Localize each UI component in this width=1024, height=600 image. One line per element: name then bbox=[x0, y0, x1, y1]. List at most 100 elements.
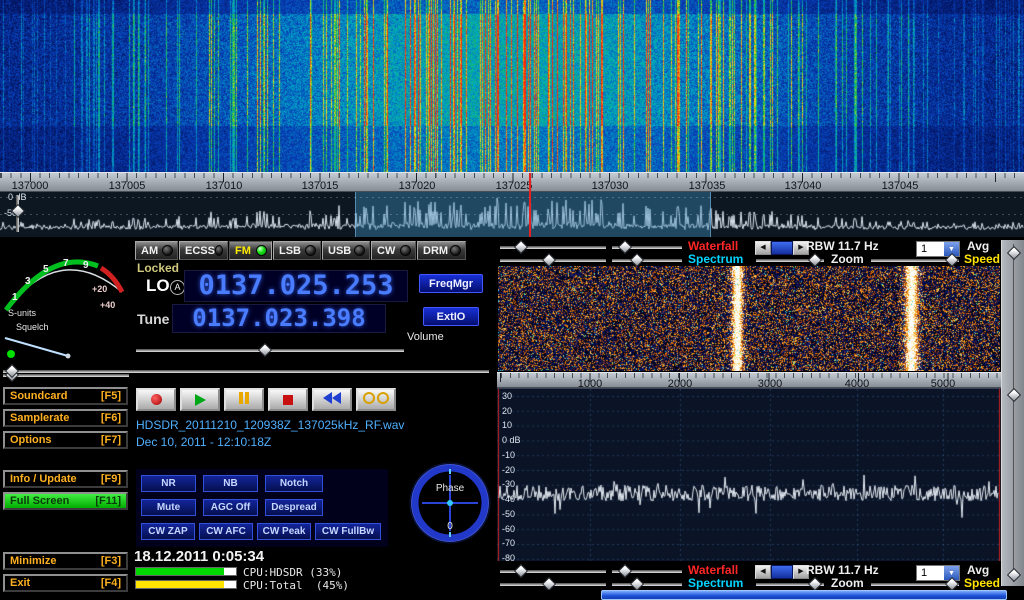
rx-top-slider-4[interactable] bbox=[612, 259, 682, 262]
slider-handle[interactable] bbox=[514, 240, 528, 254]
lo-lock-badge[interactable]: A bbox=[170, 280, 185, 295]
volume-slider[interactable] bbox=[136, 349, 404, 352]
samplerate-button[interactable]: Samplerate[F6] bbox=[3, 409, 128, 427]
soundcard-button[interactable]: Soundcard[F5] bbox=[3, 387, 128, 405]
cpu-hdsdr-text: CPU:HDSDR (33%) bbox=[243, 566, 342, 579]
rx-top-speed-slider[interactable] bbox=[871, 259, 959, 262]
rx-top-slider-3[interactable] bbox=[500, 259, 606, 262]
extio-button[interactable]: ExtIO bbox=[423, 307, 479, 326]
db-label: -20 bbox=[502, 465, 515, 475]
rx-top-zoom-label: Zoom bbox=[831, 253, 864, 266]
scrollbar-track bbox=[1013, 244, 1014, 582]
agc-button[interactable]: AGC Off bbox=[203, 499, 258, 516]
mode-label: DRM bbox=[423, 245, 448, 257]
rx-waterfall[interactable] bbox=[498, 266, 1000, 371]
mode-led-icon bbox=[450, 245, 461, 256]
mode-button-lsb[interactable]: LSB bbox=[273, 241, 321, 260]
stop-icon bbox=[283, 395, 293, 405]
mode-button-am[interactable]: AM bbox=[135, 241, 178, 260]
mode-button-cw[interactable]: CW bbox=[371, 241, 416, 260]
ruler-label: 137030 bbox=[582, 180, 638, 192]
notch-button[interactable]: Notch bbox=[265, 475, 323, 492]
rx-bottom-speed-slider[interactable] bbox=[871, 583, 959, 586]
rx-top-spectrum-tab[interactable]: Spectrum bbox=[688, 253, 743, 266]
rx-bottom-slider-4[interactable] bbox=[612, 583, 682, 586]
phase-scope[interactable]: Phase 0 bbox=[406, 459, 494, 547]
rx-bottom-slider-3[interactable] bbox=[500, 583, 606, 586]
cpu-hdsdr-fill bbox=[136, 568, 224, 575]
cpu-total-fill bbox=[136, 581, 224, 588]
slider-handle[interactable] bbox=[808, 253, 822, 267]
slider-handle[interactable] bbox=[630, 577, 644, 591]
slider-handle[interactable] bbox=[542, 253, 556, 267]
play-button[interactable] bbox=[180, 388, 220, 411]
rx-bottom-zoom-spinner[interactable]: ◀ ▶ bbox=[755, 565, 809, 579]
rx-hscrollbar-thumb[interactable] bbox=[601, 590, 1007, 600]
options-button[interactable]: Options[F7] bbox=[3, 431, 128, 449]
rx-spectrum-canvas[interactable] bbox=[497, 389, 1001, 561]
mode-button-fm[interactable]: FM bbox=[229, 241, 272, 260]
pause-button[interactable] bbox=[224, 388, 264, 411]
tuning-bar-slider[interactable] bbox=[3, 370, 489, 373]
main-spectrum[interactable]: 0 dB -50 bbox=[0, 192, 1024, 237]
spin-value-bar[interactable] bbox=[771, 241, 793, 255]
cw-afc-button[interactable]: CW AFC bbox=[199, 523, 253, 540]
cw-zap-button[interactable]: CW ZAP bbox=[141, 523, 195, 540]
rx-bottom-zoom-slider[interactable] bbox=[756, 583, 824, 586]
side-slider-handle[interactable] bbox=[1007, 388, 1021, 402]
side-slider-handle[interactable] bbox=[1007, 568, 1021, 582]
db-label: -80 bbox=[502, 553, 515, 563]
fullscreen-button[interactable]: Full Screen[F11] bbox=[3, 492, 128, 510]
mute-button[interactable]: Mute bbox=[141, 499, 196, 516]
exit-button[interactable]: Exit[F4] bbox=[3, 574, 128, 592]
rx-bottom-spectrum-tab[interactable]: Spectrum bbox=[688, 577, 743, 590]
spin-value-bar[interactable] bbox=[771, 565, 793, 579]
nb-button[interactable]: NB bbox=[203, 475, 258, 492]
minimize-button[interactable]: Minimize[F3] bbox=[3, 552, 128, 570]
stop-button[interactable] bbox=[268, 388, 308, 411]
slider-handle[interactable] bbox=[630, 253, 644, 267]
main-waterfall[interactable] bbox=[0, 0, 1024, 172]
rx-side-scrollbar[interactable] bbox=[1001, 240, 1024, 586]
s-meter-tick: 3 bbox=[25, 276, 31, 287]
tune-frequency-display[interactable]: 0137.023.398 bbox=[172, 304, 386, 333]
mode-label: FM bbox=[235, 245, 251, 257]
volume-slider-handle[interactable] bbox=[258, 343, 272, 357]
rx-bottom-slider-1[interactable] bbox=[500, 570, 606, 573]
rx-top-zoom-slider[interactable] bbox=[756, 259, 824, 262]
tune-marker[interactable] bbox=[529, 173, 531, 193]
main-frequency-ruler[interactable]: 137000 137005 137010 137015 137020 13702… bbox=[0, 172, 1024, 192]
freqmgr-button[interactable]: FreqMgr bbox=[419, 274, 483, 293]
slider-handle[interactable] bbox=[618, 240, 632, 254]
slider-handle[interactable] bbox=[808, 577, 822, 591]
cw-fullbw-button[interactable]: CW FullBw bbox=[315, 523, 381, 540]
rx-top-slider-2[interactable] bbox=[612, 246, 682, 249]
s-meter: 1 3 5 7 9 +20 +40 S-units Squelch bbox=[2, 240, 128, 372]
mode-button-ecss[interactable]: ECSS bbox=[179, 241, 228, 260]
mode-button-usb[interactable]: USB bbox=[322, 241, 370, 260]
mode-button-drm[interactable]: DRM bbox=[417, 241, 466, 260]
rx-frequency-ruler[interactable]: 1000 2000 3000 4000 5000 bbox=[497, 372, 1001, 388]
loop-button[interactable] bbox=[356, 388, 396, 411]
slider-handle[interactable] bbox=[618, 564, 632, 578]
nr-button[interactable]: NR bbox=[141, 475, 196, 492]
rx-spectrum[interactable]: 30 20 10 0 dB -10 -20 -30 -40 -50 -60 -7… bbox=[497, 388, 1001, 560]
rx-top-zoom-spinner[interactable]: ◀ ▶ bbox=[755, 241, 809, 255]
lo-frequency-display[interactable]: 0137.025.253 bbox=[184, 270, 408, 302]
spin-left-icon[interactable]: ◀ bbox=[755, 241, 771, 255]
rewind-button[interactable] bbox=[312, 388, 352, 411]
rx-hscrollbar[interactable] bbox=[497, 590, 1024, 600]
info-update-button[interactable]: Info / Update[F9] bbox=[3, 470, 128, 488]
ruler-label: 137035 bbox=[679, 180, 735, 192]
slider-handle[interactable] bbox=[514, 564, 528, 578]
spin-left-icon[interactable]: ◀ bbox=[755, 565, 771, 579]
squelch-slider[interactable] bbox=[3, 374, 129, 377]
rx-bottom-slider-2[interactable] bbox=[612, 570, 682, 573]
slider-handle[interactable] bbox=[542, 577, 556, 591]
despread-button[interactable]: Despread bbox=[265, 499, 323, 516]
tune-label: Tune bbox=[137, 311, 169, 327]
side-slider-handle[interactable] bbox=[1007, 246, 1021, 260]
record-button[interactable] bbox=[136, 388, 176, 411]
cw-peak-button[interactable]: CW Peak bbox=[257, 523, 311, 540]
rx-top-slider-1[interactable] bbox=[500, 246, 606, 249]
